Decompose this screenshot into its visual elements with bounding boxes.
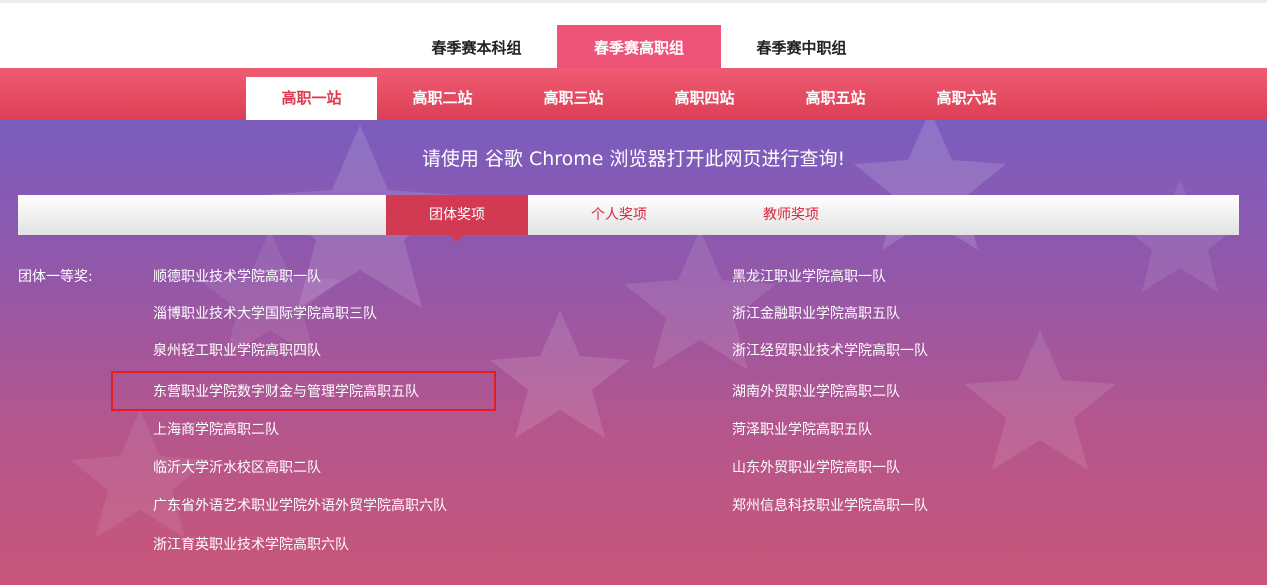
team-name: 泉州轻工职业学院高职四队 bbox=[153, 343, 321, 359]
top-tab-bar: 春季赛本科组 春季赛高职组 春季赛中职组 bbox=[0, 0, 1267, 71]
highlight-box bbox=[111, 371, 496, 411]
tab-vocational-spring[interactable]: 春季赛高职组 bbox=[557, 25, 721, 71]
tab-secondary-spring[interactable]: 春季赛中职组 bbox=[733, 25, 870, 71]
team-name: 临沂大学沂水校区高职二队 bbox=[153, 460, 321, 476]
team-name: 浙江经贸职业技术学院高职一队 bbox=[732, 343, 928, 359]
team-name: 上海商学院高职二队 bbox=[153, 422, 279, 438]
browser-notice: 请使用 谷歌 Chrome 浏览器打开此网页进行查询! bbox=[421, 148, 846, 170]
team-name: 菏泽职业学院高职五队 bbox=[732, 422, 872, 438]
tab-station-1[interactable]: 高职一站 bbox=[246, 77, 377, 120]
team-name: 广东省外语艺术职业学院外语外贸学院高职六队 bbox=[153, 498, 447, 514]
team-name: 浙江金融职业学院高职五队 bbox=[732, 306, 900, 322]
tab-station-2[interactable]: 高职二站 bbox=[377, 77, 508, 120]
team-name: 浙江育英职业技术学院高职六队 bbox=[153, 537, 349, 553]
tab-station-3[interactable]: 高职三站 bbox=[508, 77, 639, 120]
tab-undergrad-spring[interactable]: 春季赛本科组 bbox=[408, 25, 545, 71]
tab-station-4[interactable]: 高职四站 bbox=[639, 77, 770, 120]
prize-level-label: 团体一等奖: bbox=[18, 269, 93, 285]
tab-station-5[interactable]: 高职五站 bbox=[770, 77, 901, 120]
team-name: 淄博职业技术大学国际学院高职三队 bbox=[153, 306, 377, 322]
team-name: 湖南外贸职业学院高职二队 bbox=[732, 384, 900, 400]
team-name: 山东外贸职业学院高职一队 bbox=[732, 460, 900, 476]
team-name: 顺德职业技术学院高职一队 bbox=[153, 269, 321, 285]
tab-team-awards[interactable]: 团体奖项 bbox=[386, 195, 528, 242]
award-tab-bar: 团体奖项 个人奖项 教师奖项 bbox=[18, 195, 1239, 242]
tab-individual-awards[interactable]: 个人奖项 bbox=[548, 195, 690, 235]
team-name: 黑龙江职业学院高职一队 bbox=[732, 269, 886, 285]
tab-station-6[interactable]: 高职六站 bbox=[901, 77, 1032, 120]
results-panel: 请使用 谷歌 Chrome 浏览器打开此网页进行查询! 团体奖项 个人奖项 教师… bbox=[0, 120, 1267, 585]
station-tab-bar: 高职一站 高职二站 高职三站 高职四站 高职五站 高职六站 bbox=[0, 68, 1267, 120]
team-name: 郑州信息科技职业学院高职一队 bbox=[732, 498, 928, 514]
tab-teacher-awards[interactable]: 教师奖项 bbox=[720, 195, 862, 235]
